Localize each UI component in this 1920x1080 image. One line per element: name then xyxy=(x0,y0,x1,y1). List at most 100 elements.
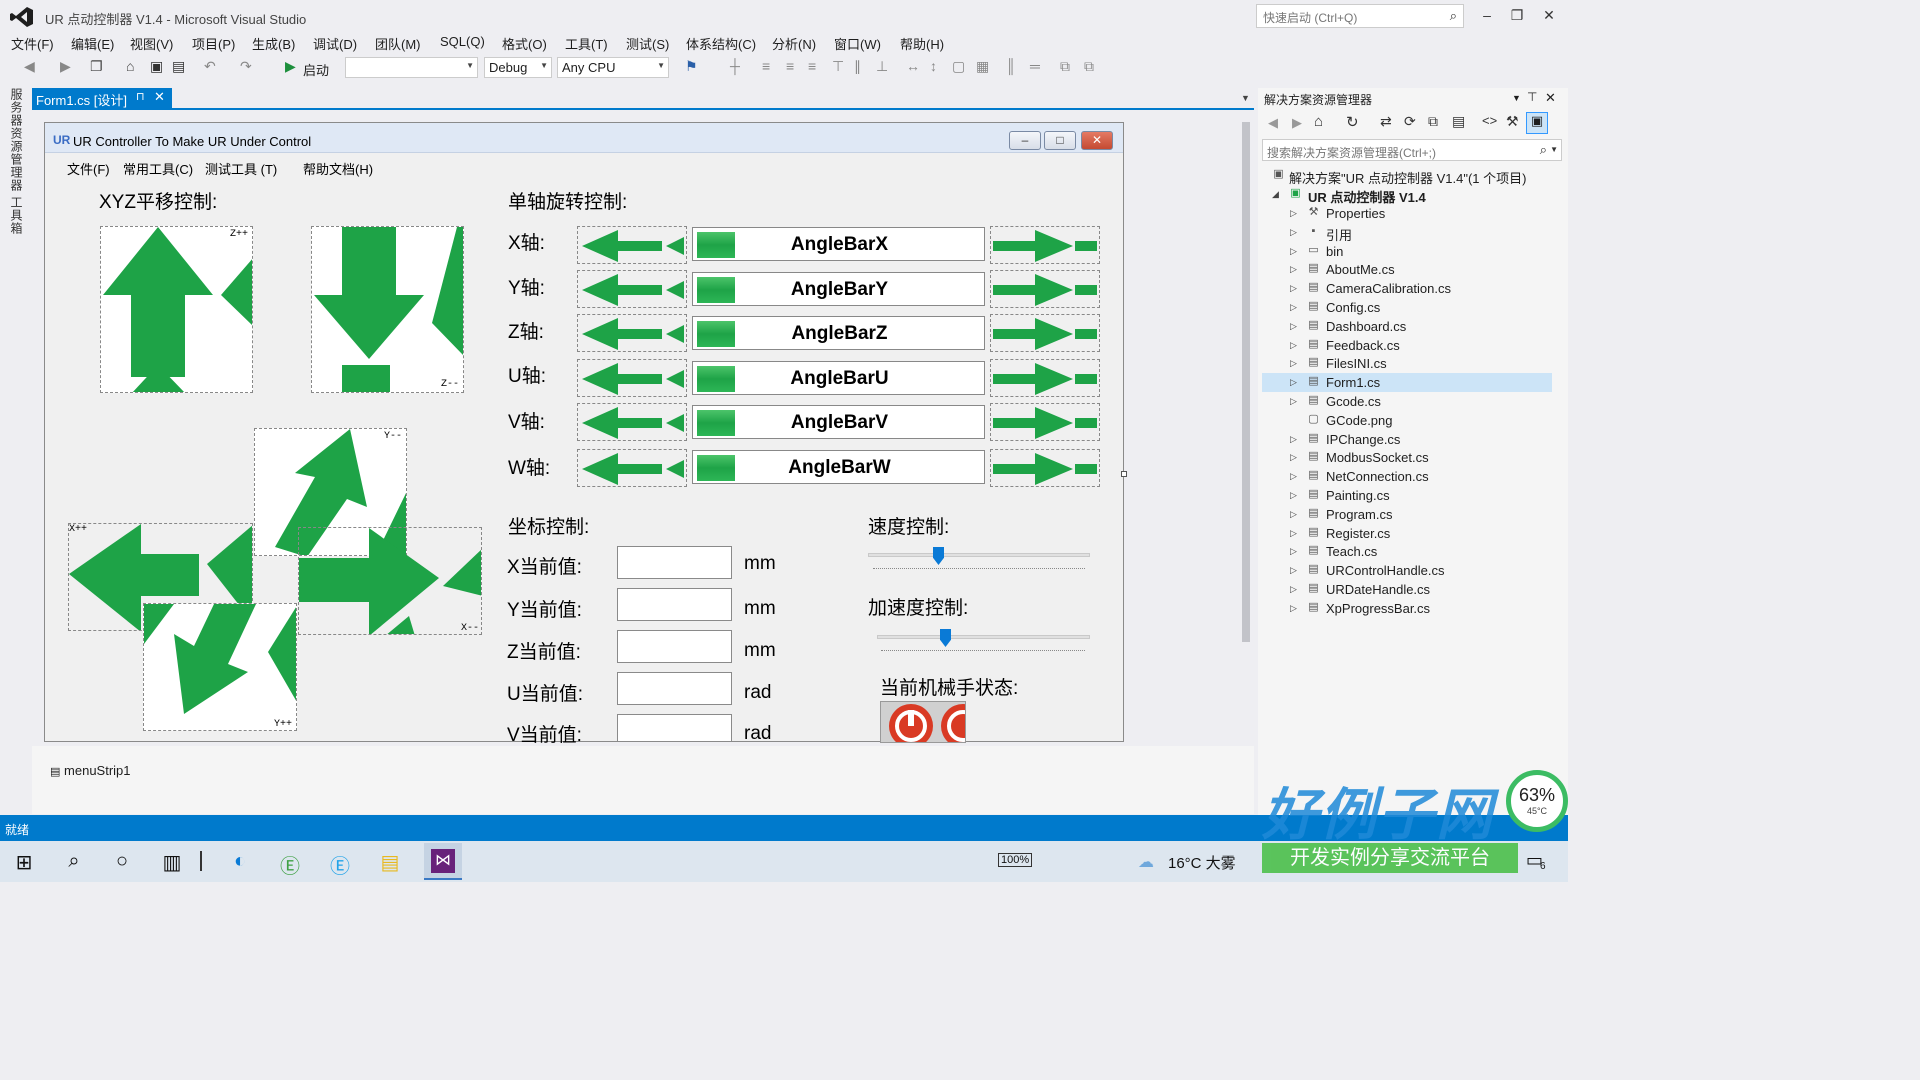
tree-item-register-cs[interactable]: ▷ ▤ Register.cs xyxy=(1262,524,1552,543)
expand-arrow-icon[interactable]: ▷ xyxy=(1290,377,1297,388)
rotate-x-minus-button[interactable] xyxy=(577,226,687,264)
search-icon[interactable]: ⌕ xyxy=(58,850,90,873)
align-center-icon[interactable]: ≡ xyxy=(786,58,794,74)
tree-item-program-cs[interactable]: ▷ ▤ Program.cs xyxy=(1262,505,1552,524)
expand-arrow-icon[interactable]: ▷ xyxy=(1290,358,1297,369)
menu-tools[interactable]: 工具(T) xyxy=(565,34,608,53)
menu-project[interactable]: 项目(P) xyxy=(192,34,235,53)
expand-arrow-icon[interactable]: ▷ xyxy=(1290,509,1297,520)
preview-icon[interactable]: ▣ xyxy=(1526,112,1548,134)
same-size-icon[interactable]: ▢ xyxy=(952,58,965,75)
close-button[interactable]: ✕ xyxy=(1534,4,1564,26)
battery-indicator[interactable]: 100% xyxy=(998,853,1033,867)
tree-item-bin[interactable]: ▷ ▭ bin xyxy=(1262,242,1552,261)
expand-arrow-icon[interactable]: ▷ xyxy=(1290,565,1297,576)
tree-item-painting-cs[interactable]: ▷ ▤ Painting.cs xyxy=(1262,486,1552,505)
save-all-icon[interactable]: ▤ xyxy=(172,58,185,75)
z-plus-button[interactable]: Z++ xyxy=(100,226,253,393)
tab-form1-design[interactable]: Form1.cs [设计] ⊓ ✕ xyxy=(32,88,172,109)
expand-arrow-icon[interactable]: ▷ xyxy=(1290,452,1297,463)
menu-analyze[interactable]: 分析(N) xyxy=(772,34,816,53)
scrollbar-thumb[interactable] xyxy=(1242,122,1250,642)
menu-debug[interactable]: 调试(D) xyxy=(313,34,357,53)
send-back-icon[interactable]: ⧉ xyxy=(1084,58,1094,75)
expand-arrow-icon[interactable]: ▷ xyxy=(1290,528,1297,539)
tree-item-form1-cs[interactable]: ▷ ▤ Form1.cs xyxy=(1262,373,1552,392)
cpu-usage-widget[interactable]: 63% 45°C xyxy=(1506,770,1568,832)
pin-icon[interactable]: ⊓ xyxy=(136,90,145,103)
resize-handle[interactable] xyxy=(1121,471,1127,477)
rotate-y-minus-button[interactable] xyxy=(577,270,687,308)
properties-icon[interactable]: ⚒ xyxy=(1506,113,1519,130)
coord-input-x[interactable] xyxy=(617,546,732,579)
align-grid-icon[interactable]: ┼ xyxy=(730,58,740,74)
expand-arrow-icon[interactable]: ▷ xyxy=(1290,208,1297,219)
tree-item-gcode-png[interactable]: ▢ GCode.png xyxy=(1262,411,1552,430)
same-height-icon[interactable]: ↕ xyxy=(930,58,937,74)
form-maximize-button[interactable]: □ xyxy=(1044,131,1076,150)
minimize-button[interactable]: – xyxy=(1472,4,1502,26)
vs-taskbar-button[interactable]: ⋈ xyxy=(424,843,462,880)
form-menu-help-docs[interactable]: 帮助文档(H) xyxy=(303,159,373,178)
new-project-icon[interactable]: ❐ xyxy=(90,58,103,75)
solution-search-input[interactable]: 搜索解决方案资源管理器(Ctrl+;) ⌕ ▼ xyxy=(1262,139,1562,161)
coord-input-v[interactable] xyxy=(617,714,732,742)
edge-icon[interactable]: ◐ xyxy=(224,850,256,873)
menu-team[interactable]: 团队(M) xyxy=(375,34,421,53)
undo-icon[interactable]: ↶ xyxy=(204,58,216,75)
start-icon[interactable]: ▶ xyxy=(285,58,296,75)
windows-start-icon[interactable]: ⊞ xyxy=(8,850,40,875)
menu-architecture[interactable]: 体系结构(C) xyxy=(686,34,756,53)
form-menu-tools[interactable]: 常用工具(C) xyxy=(123,159,193,178)
quick-launch-input[interactable]: 快速启动 (Ctrl+Q) ⌕ xyxy=(1256,4,1464,28)
align-right-icon[interactable]: ≡ xyxy=(808,58,816,74)
rotate-v-plus-button[interactable] xyxy=(990,403,1100,441)
panel-menu-icon[interactable]: ▼ xyxy=(1512,93,1521,103)
rotate-w-plus-button[interactable] xyxy=(990,449,1100,487)
tree-solution-node[interactable]: ▣ 解决方案"UR 点动控制器 V1.4"(1 个项目) xyxy=(1262,166,1552,186)
tree-item-properties[interactable]: ▷ ⚒ Properties xyxy=(1262,204,1552,223)
designer-scrollbar[interactable] xyxy=(1238,110,1254,745)
expand-arrow-icon[interactable]: ▷ xyxy=(1290,246,1297,257)
z-minus-button[interactable]: Z-- xyxy=(311,226,464,393)
ie-icon[interactable]: Ⓔ xyxy=(324,850,356,879)
tree-item-xpprogressbar-cs[interactable]: ▷ ▤ XpProgressBar.cs xyxy=(1262,599,1552,618)
menu-edit[interactable]: 编辑(E) xyxy=(71,34,114,53)
close-tab-icon[interactable]: ✕ xyxy=(154,89,165,105)
close-panel-icon[interactable]: ✕ xyxy=(1545,90,1556,106)
expand-arrow-icon[interactable]: ▷ xyxy=(1290,264,1297,275)
toolbox-tab[interactable]: 工具箱 xyxy=(8,196,25,235)
rotate-u-minus-button[interactable] xyxy=(577,359,687,397)
expand-arrow-icon[interactable]: ▷ xyxy=(1290,396,1297,407)
rotate-z-minus-button[interactable] xyxy=(577,314,687,352)
expand-arrow-icon[interactable]: ▷ xyxy=(1290,603,1297,614)
form-menu-file[interactable]: 文件(F) xyxy=(67,159,110,178)
expand-arrow-icon[interactable]: ▷ xyxy=(1290,321,1297,332)
form-close-button[interactable]: ✕ xyxy=(1081,131,1113,150)
form-menu-test-tools[interactable]: 测试工具 (T) xyxy=(205,159,277,178)
coord-input-z[interactable] xyxy=(617,630,732,663)
rotate-v-minus-button[interactable] xyxy=(577,403,687,441)
expand-arrow-icon[interactable]: ▷ xyxy=(1290,283,1297,294)
show-all-files-icon[interactable]: ▤ xyxy=(1452,113,1465,130)
tree-item-config-cs[interactable]: ▷ ▤ Config.cs xyxy=(1262,298,1552,317)
menustrip-component[interactable]: ▤ menuStrip1 xyxy=(50,763,131,778)
tree-item--[interactable]: ▷ ▪ 引用 xyxy=(1262,223,1552,243)
y-plus-button[interactable]: Y++ xyxy=(143,603,297,731)
tree-item-ipchange-cs[interactable]: ▷ ▤ IPChange.cs xyxy=(1262,430,1552,449)
rotate-z-plus-button[interactable] xyxy=(990,314,1100,352)
tree-item-feedback-cs[interactable]: ▷ ▤ Feedback.cs xyxy=(1262,336,1552,355)
task-view-icon[interactable]: ▥ xyxy=(156,850,188,875)
refresh-icon[interactable]: ⟳ xyxy=(1404,113,1416,130)
align-top-icon[interactable]: ⊤ xyxy=(832,58,844,75)
tree-project-node[interactable]: ◢ ▣ UR 点动控制器 V1.4 xyxy=(1262,185,1552,205)
align-left-icon[interactable]: ≡ xyxy=(762,58,770,74)
tree-item-urdatehandle-cs[interactable]: ▷ ▤ URDateHandle.cs xyxy=(1262,580,1552,599)
view-code-icon[interactable]: <> xyxy=(1482,113,1497,128)
expand-arrow-icon[interactable]: ▷ xyxy=(1290,490,1297,501)
tree-item-aboutme-cs[interactable]: ▷ ▤ AboutMe.cs xyxy=(1262,260,1552,279)
restore-button[interactable]: ❐ xyxy=(1502,4,1532,26)
tree-item-modbussocket-cs[interactable]: ▷ ▤ ModbusSocket.cs xyxy=(1262,448,1552,467)
menu-file[interactable]: 文件(F) xyxy=(11,34,54,53)
file-explorer-icon[interactable]: ▤ xyxy=(374,850,406,875)
